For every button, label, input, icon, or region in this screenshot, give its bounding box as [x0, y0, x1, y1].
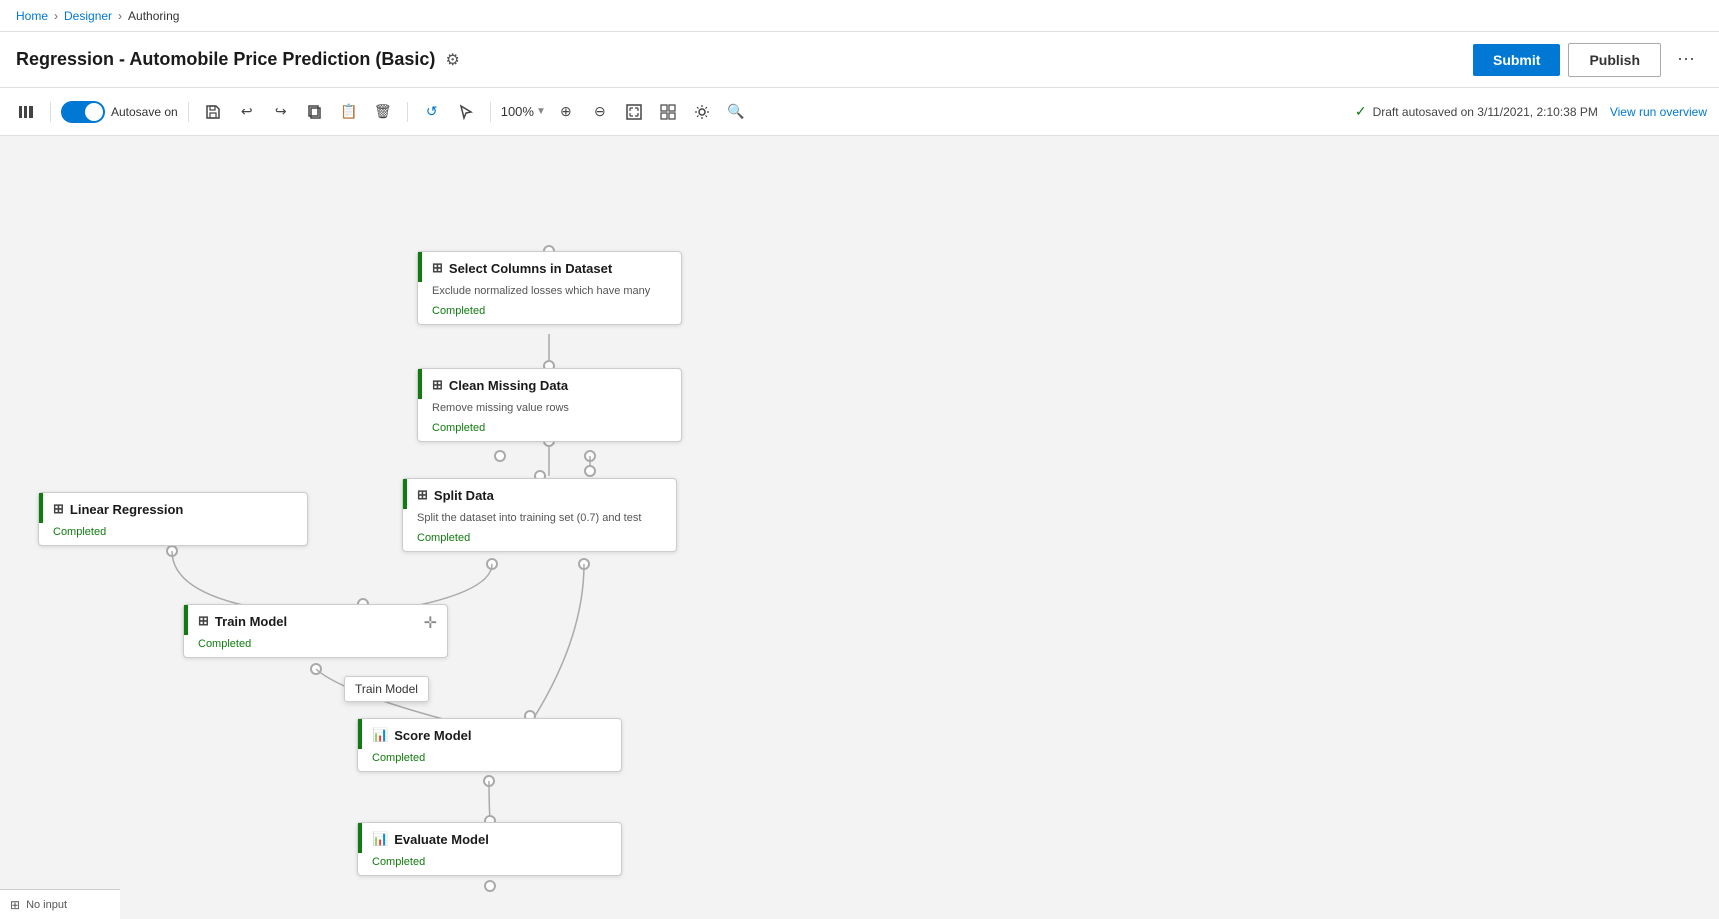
- node-clean-missing-status: Completed: [418, 419, 681, 441]
- node-clean-missing-desc: Remove missing value rows: [418, 399, 681, 419]
- zoom-level[interactable]: 100% ▼: [501, 104, 546, 119]
- select-icon[interactable]: [452, 98, 480, 126]
- node-select-columns-header: ⊞ Select Columns in Dataset: [418, 252, 681, 282]
- autosave-toggle[interactable]: [61, 101, 105, 123]
- node-split-data-status: Completed: [403, 529, 676, 551]
- node-train-model[interactable]: ⊞ Train Model ✛ Completed: [183, 604, 448, 658]
- node-train-model-title: Train Model: [215, 614, 287, 629]
- copy-icon[interactable]: [301, 98, 329, 126]
- toolbar: Autosave on ↩ ↪ 📋 🗑 ↺ 100% ▼ ⊕ ⊖: [0, 88, 1719, 136]
- zoom-out-icon[interactable]: ⊖: [586, 98, 614, 126]
- node-linear-regression-header: ⊞ Linear Regression: [39, 493, 307, 523]
- node-score-model-header: 📊 Score Model: [358, 719, 621, 749]
- pipeline-canvas: ⊞ Select Columns in Dataset Exclude norm…: [0, 136, 1719, 919]
- node-score-model-status: Completed: [358, 749, 621, 771]
- page-title: Regression - Automobile Price Prediction…: [16, 49, 435, 70]
- publish-button[interactable]: Publish: [1568, 43, 1661, 77]
- save-icon[interactable]: [199, 98, 227, 126]
- more-options-button[interactable]: ⋯: [1669, 45, 1703, 74]
- search-icon[interactable]: 🔍: [722, 98, 750, 126]
- breadcrumb-home[interactable]: Home: [16, 9, 48, 23]
- fit-screen-icon[interactable]: [620, 98, 648, 126]
- node-evaluate-model[interactable]: 📊 Evaluate Model Completed: [357, 822, 622, 876]
- canvas-settings-icon[interactable]: [688, 98, 716, 126]
- zoom-in-icon[interactable]: ⊕: [552, 98, 580, 126]
- node-split-data-desc: Split the dataset into training set (0.7…: [403, 509, 676, 529]
- undo-icon[interactable]: ↩: [233, 98, 261, 126]
- node-evaluate-model-icon: 📊: [372, 831, 388, 847]
- node-split-data-icon: ⊞: [417, 487, 428, 503]
- breadcrumb: Home › Designer › Authoring: [0, 0, 1719, 32]
- node-clean-missing-header: ⊞ Clean Missing Data: [418, 369, 681, 399]
- node-linear-regression-title: Linear Regression: [70, 502, 183, 517]
- node-score-model[interactable]: 📊 Score Model Completed: [357, 718, 622, 772]
- autosave-toggle-wrap: Autosave on: [61, 101, 178, 123]
- node-evaluate-model-header: 📊 Evaluate Model: [358, 823, 621, 853]
- node-train-model-icon: ⊞: [198, 613, 209, 629]
- toolbar-divider-1: [50, 102, 51, 122]
- breadcrumb-designer[interactable]: Designer: [64, 9, 112, 23]
- node-split-data-header: ⊞ Split Data: [403, 479, 676, 509]
- view-run-link[interactable]: View run overview: [1610, 105, 1707, 119]
- delete-icon[interactable]: 🗑: [369, 98, 397, 126]
- node-train-model-header: ⊞ Train Model: [184, 605, 447, 635]
- refresh-icon[interactable]: ↺: [418, 98, 446, 126]
- node-linear-regression-status: Completed: [39, 523, 307, 545]
- node-select-columns-desc: Exclude normalized losses which have man…: [418, 282, 681, 302]
- train-model-drag-handle[interactable]: ✛: [424, 613, 437, 633]
- toolbar-divider-3: [407, 102, 408, 122]
- bottom-panel-label: No input: [26, 899, 67, 911]
- node-train-model-status: Completed: [184, 635, 447, 657]
- train-model-tooltip: Train Model: [344, 676, 429, 702]
- node-select-columns-icon: ⊞: [432, 260, 443, 276]
- library-icon[interactable]: [12, 98, 40, 126]
- submit-button[interactable]: Submit: [1473, 44, 1560, 76]
- bottom-panel: ⊞ No input: [0, 889, 120, 919]
- node-split-data[interactable]: ⊞ Split Data Split the dataset into trai…: [402, 478, 677, 552]
- autosave-text: Draft autosaved on 3/11/2021, 2:10:38 PM: [1373, 105, 1598, 119]
- redo-icon[interactable]: ↪: [267, 98, 295, 126]
- breadcrumb-current: Authoring: [128, 9, 179, 23]
- node-evaluate-model-title: Evaluate Model: [394, 832, 489, 847]
- breadcrumb-sep-1: ›: [54, 9, 58, 23]
- node-linear-regression-icon: ⊞: [53, 501, 64, 517]
- node-select-columns-title: Select Columns in Dataset: [449, 261, 612, 276]
- node-score-model-icon: 📊: [372, 727, 388, 743]
- breadcrumb-sep-2: ›: [118, 9, 122, 23]
- paste-icon[interactable]: 📋: [335, 98, 363, 126]
- node-clean-missing-title: Clean Missing Data: [449, 378, 568, 393]
- toolbar-divider-2: [188, 102, 189, 122]
- node-select-columns-status: Completed: [418, 302, 681, 324]
- title-bar: Regression - Automobile Price Prediction…: [0, 32, 1719, 88]
- grid-icon[interactable]: [654, 98, 682, 126]
- autosave-check-icon: ✓: [1355, 103, 1367, 120]
- autosave-status: ✓ Draft autosaved on 3/11/2021, 2:10:38 …: [1355, 103, 1598, 120]
- node-select-columns[interactable]: ⊞ Select Columns in Dataset Exclude norm…: [417, 251, 682, 325]
- node-split-data-title: Split Data: [434, 488, 494, 503]
- node-linear-regression[interactable]: ⊞ Linear Regression Completed: [38, 492, 308, 546]
- settings-icon[interactable]: ⚙: [445, 50, 459, 70]
- node-clean-missing-icon: ⊞: [432, 377, 443, 393]
- node-score-model-title: Score Model: [394, 728, 471, 743]
- node-evaluate-model-status: Completed: [358, 853, 621, 875]
- node-clean-missing[interactable]: ⊞ Clean Missing Data Remove missing valu…: [417, 368, 682, 442]
- toolbar-divider-4: [490, 102, 491, 122]
- autosave-label: Autosave on: [111, 105, 178, 119]
